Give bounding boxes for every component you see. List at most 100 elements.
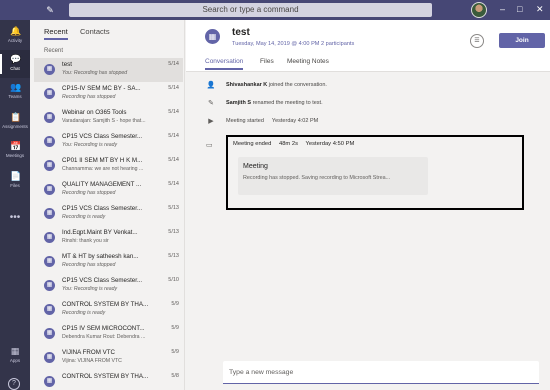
list-item-preview: Recording has stopped [62, 262, 116, 268]
calendar-icon: 📅 [10, 141, 22, 151]
calendar-icon: ▦ [44, 280, 55, 291]
meeting-ended-label: Meeting ended [233, 141, 272, 147]
event-row: ✎ Samjith S renamed the meeting to test. [186, 98, 550, 112]
tab-conversation[interactable]: Conversation [205, 58, 244, 70]
new-chat-icon[interactable]: ✎ [44, 4, 56, 16]
tab-recent[interactable]: Recent [44, 27, 68, 40]
list-item[interactable]: ▦ MT & HT by satheesh kan... Recording has… [34, 250, 183, 274]
apps-icon: ▦ [10, 346, 20, 356]
rail-item-files[interactable]: 📄 Files [0, 167, 30, 195]
list-item[interactable]: ▦ test You: Recording has stopped 5/14 [34, 58, 183, 82]
list-item-date: 5/14 [168, 85, 179, 91]
list-item-preview: Recording has stopped [62, 190, 116, 196]
rail-item-activity[interactable]: 🔔 Activity [0, 22, 30, 50]
video-icon: ▶ [208, 118, 214, 125]
close-icon[interactable]: ✕ [536, 3, 544, 15]
calendar-icon: ▦ [44, 208, 55, 219]
list-item[interactable]: ▦ CP15-IV SEM MC BY - SA... Recording has … [34, 82, 183, 106]
list-item-title: CP15 VCS Class Semester... [62, 133, 143, 140]
list-item-date: 5/13 [168, 229, 179, 235]
list-item[interactable]: ▦ CP15 VCS Class Semester... You: Recordin… [34, 274, 183, 298]
rail-item-assignments[interactable]: 📋 Assignments [0, 108, 30, 136]
chat-list-panel: Recent Contacts Recent ▦ test You: Recordi… [30, 20, 185, 390]
list-item-preview: Rinshi: thank you sir [62, 238, 109, 244]
list-item[interactable]: ▦ Webinar on O365 Tools Varadarajan: Samji… [34, 106, 183, 130]
list-item-date: 5/9 [171, 325, 179, 331]
avatar[interactable] [471, 2, 487, 18]
calendar-icon: ▦ [44, 136, 55, 147]
list-item[interactable]: ▦ CP15 VCS Class Semester... You: Recordin… [34, 130, 183, 154]
list-item-preview: Recording is ready [62, 310, 106, 316]
rail-item-apps[interactable]: ▦ Apps [0, 342, 30, 370]
chat-icon: 💬 [10, 54, 22, 64]
rail-item-label: Activity [7, 38, 23, 43]
list-item-preview: You: Recording is ready [62, 142, 118, 148]
tab-files[interactable]: Files [260, 58, 274, 65]
join-button[interactable]: Join [499, 33, 545, 48]
video-call-icon: ▭ [206, 142, 213, 149]
meeting-pane: ▦ test Tuesday, May 14, 2019 @ 4:00 PM 2… [186, 20, 550, 390]
assignments-icon: 📋 [10, 112, 22, 122]
list-item-title: Ind.Eqpt.Maint BY Venkat... [62, 229, 138, 236]
list-item[interactable]: ▦ CONTROL SYSTEM BY THA... Recording is re… [34, 298, 183, 322]
list-item-preview: You: Recording has stopped [62, 70, 128, 76]
bell-icon: 🔔 [10, 26, 22, 36]
search-box[interactable]: Search or type a command [69, 3, 432, 17]
calendar-icon: ▦ [44, 112, 55, 123]
meeting-ended-card: Meeting ended 48m 2s Yesterday 4:50 PM M… [226, 135, 524, 210]
list-item-title: CONTROL SYSTEM BY THA... [62, 373, 149, 380]
calendar-icon: ▦ [44, 328, 55, 339]
rail-item-label: Apps [9, 358, 21, 363]
event-message: joined the conversation. [267, 82, 327, 88]
list-item-date: 5/10 [168, 277, 179, 283]
rail-item-label: Assignments [2, 124, 28, 129]
tab-meeting-notes[interactable]: Meeting Notes [287, 58, 329, 65]
meeting-details[interactable]: Tuesday, May 14, 2019 @ 4:00 PM 2 partic… [232, 41, 354, 47]
tab-contacts[interactable]: Contacts [80, 27, 110, 36]
list-item[interactable]: ▦ CP15 VCS Class Semester... Recording is … [34, 202, 183, 226]
list-item-title: CP01 II SEM MT BY H K M... [62, 157, 143, 164]
person-add-icon: 👤 [206, 82, 216, 89]
calendar-icon: ▦ [44, 184, 55, 195]
event-row: 👤 Shivashankar K joined the conversation… [186, 80, 550, 94]
calendar-icon: ▦ [44, 376, 55, 387]
rail-item-chat[interactable]: 💬 Chat [0, 50, 30, 78]
list-item[interactable]: ▦ Ind.Eqpt.Maint BY Venkat... Rinshi: than… [34, 226, 183, 250]
calendar-icon: ▦ [44, 160, 55, 171]
list-item[interactable]: ▦ CONTROL SYSTEM BY THA... 5/8 [34, 370, 183, 390]
list-item[interactable]: ▦ VIJINA FROM VTC Vijina: VIJINA FROM VTC 5… [34, 346, 183, 370]
list-item-date: 5/14 [168, 181, 179, 187]
rail-item-label: Meetings [5, 153, 25, 158]
list-item[interactable]: ▦ QUALITY MANAGEMENT ... Recording has sto… [34, 178, 183, 202]
list-item-title: QUALITY MANAGEMENT ... [62, 181, 142, 188]
calendar-icon: ▦ [44, 64, 55, 75]
event-message: Meeting started [226, 118, 264, 124]
recording-card[interactable]: Meeting Recording has stopped. Saving re… [238, 157, 428, 195]
event-text: Meeting started Yesterday 4:02 PM [226, 118, 318, 124]
participants-icon[interactable]: ☰ [470, 34, 484, 48]
list-item-title: CONTROL SYSTEM BY THA... [62, 301, 149, 308]
minimize-icon[interactable]: – [500, 3, 505, 15]
more-apps-icon[interactable]: ••• [0, 212, 30, 223]
list-item-date: 5/14 [168, 61, 179, 67]
list-item[interactable]: ▦ CP15 IV SEM MICROCONT... Debendra Kumar … [34, 322, 183, 346]
recording-card-status: Recording has stopped. Saving recording … [243, 175, 391, 181]
meeting-ended-time: Yesterday 4:50 PM [305, 141, 355, 147]
list-item-date: 5/14 [168, 157, 179, 163]
meeting-header: ▦ test Tuesday, May 14, 2019 @ 4:00 PM 2… [186, 20, 550, 72]
message-input[interactable] [229, 366, 529, 379]
calendar-icon: ▦ [44, 88, 55, 99]
list-item-date: 5/9 [171, 301, 179, 307]
message-composer [223, 361, 539, 384]
calendar-icon: ▦ [44, 352, 55, 363]
list-item[interactable]: ▦ CP01 II SEM MT BY H K M... Channamma: we… [34, 154, 183, 178]
title-bar: ✎ Search or type a command – □ ✕ [0, 0, 550, 20]
list-item-date: 5/9 [171, 349, 179, 355]
files-icon: 📄 [10, 171, 22, 181]
rail-item-meetings[interactable]: 📅 Meetings [0, 137, 30, 165]
maximize-icon[interactable]: □ [517, 3, 522, 15]
rail-item-teams[interactable]: 👥 Teams [0, 78, 30, 106]
event-time: Yesterday 4:02 PM [271, 118, 319, 124]
help-icon[interactable]: ? [8, 378, 20, 390]
rail-item-label: Chat [10, 66, 20, 71]
